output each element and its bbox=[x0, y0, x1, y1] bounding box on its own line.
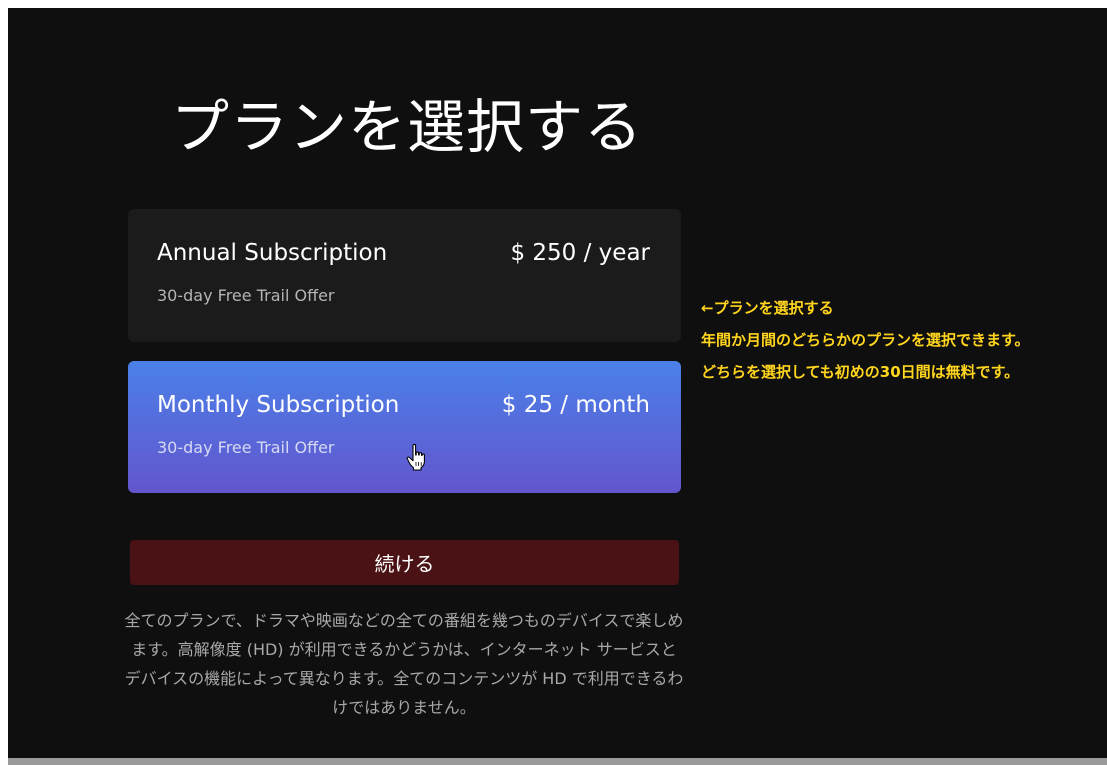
annotation-line: どちらを選択しても初めの30日間は無料です。 bbox=[701, 363, 1020, 381]
plan-disclaimer: 全てのプランで、ドラマや映画などの全ての番組を幾つものデバイスで楽しめます。高解… bbox=[124, 611, 684, 717]
plan-offer: 30-day Free Trail Offer bbox=[157, 438, 335, 457]
plan-card-annual[interactable]: Annual Subscription $ 250 / year 30-day … bbox=[128, 209, 681, 342]
plan-card-monthly[interactable]: Monthly Subscription $ 25 / month 30-day… bbox=[128, 361, 681, 493]
annotation-line: ←プランを選択する bbox=[701, 299, 834, 317]
plan-price: $ 25 / month bbox=[501, 392, 650, 418]
plan-name: Annual Subscription bbox=[157, 240, 388, 266]
continue-button[interactable]: 続ける bbox=[130, 540, 679, 585]
hand-pointer-icon bbox=[406, 443, 425, 471]
window-bottom-edge bbox=[8, 758, 1107, 765]
annotation-line: 年間か月間のどちらかのプランを選択できます。 bbox=[701, 331, 1030, 349]
app-screen: プランを選択する Annual Subscription $ 250 / yea… bbox=[8, 8, 1107, 758]
plan-offer: 30-day Free Trail Offer bbox=[157, 286, 335, 305]
annotation-note: ←プランを選択する 年間か月間のどちらかのプランを選択できます。 どちらを選択し… bbox=[701, 292, 1030, 388]
page-title: プランを選択する bbox=[171, 93, 644, 161]
plan-price: $ 250 / year bbox=[510, 240, 650, 266]
plan-name: Monthly Subscription bbox=[157, 392, 400, 418]
